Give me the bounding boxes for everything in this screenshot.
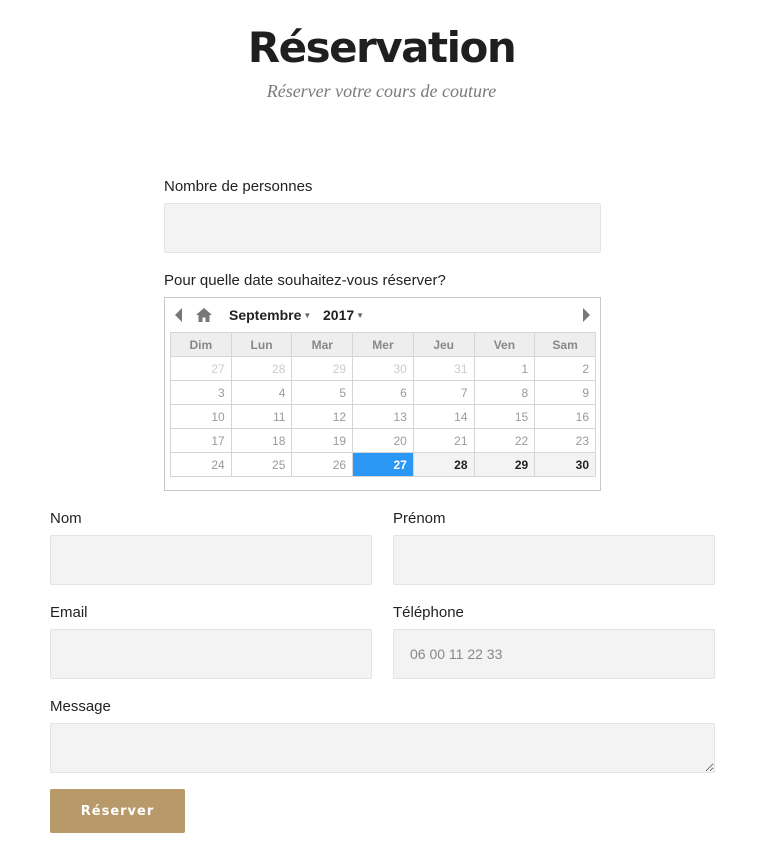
weekday-header: Lun [230, 332, 293, 357]
weekday-header: Mar [291, 332, 354, 357]
calendar-week: 24 25 26 27 28 29 30 [170, 452, 596, 477]
calendar-day[interactable]: 11 [230, 404, 293, 429]
nom-input[interactable] [50, 535, 372, 585]
calendar-day[interactable]: 5 [291, 380, 354, 405]
calendar-day[interactable]: 20 [352, 428, 414, 453]
calendar-day-selected[interactable]: 27 [352, 452, 414, 477]
weekday-row: Dim Lun Mar Mer Jeu Ven Sam [170, 332, 596, 357]
calendar-day[interactable]: 16 [534, 404, 596, 429]
date-label: Pour quelle date souhaitez-vous réserver… [164, 272, 446, 289]
calendar-day[interactable]: 19 [291, 428, 354, 453]
calendar-day[interactable]: 28 [230, 356, 293, 381]
calendar-day[interactable]: 24 [170, 452, 232, 477]
calendar-day[interactable]: 26 [291, 452, 354, 477]
calendar-header: Septembre ▼ 2017 ▼ [165, 298, 600, 332]
calendar-day[interactable]: 29 [473, 452, 536, 477]
calendar-year-label: 2017 [323, 307, 355, 323]
calendar-day[interactable]: 17 [170, 428, 232, 453]
calendar-day[interactable]: 3 [170, 380, 232, 405]
calendar-day[interactable]: 21 [412, 428, 475, 453]
calendar-day[interactable]: 14 [412, 404, 475, 429]
nom-label: Nom [50, 510, 82, 527]
message-textarea[interactable] [50, 723, 715, 773]
calendar-year-select[interactable]: 2017 ▼ [323, 306, 364, 325]
calendar-day[interactable]: 4 [230, 380, 293, 405]
calendar-grid: Dim Lun Mar Mer Jeu Ven Sam 27 28 29 30 … [170, 332, 596, 477]
calendar-day[interactable]: 31 [412, 356, 475, 381]
weekday-header: Dim [170, 332, 232, 357]
calendar-day[interactable]: 23 [534, 428, 596, 453]
calendar-day[interactable]: 7 [412, 380, 475, 405]
calendar-day[interactable]: 6 [352, 380, 414, 405]
weekday-header: Jeu [412, 332, 475, 357]
calendar-week: 17 18 19 20 21 22 23 [170, 428, 596, 453]
calendar-month-label: Septembre [229, 307, 302, 323]
home-icon[interactable] [195, 307, 213, 323]
weekday-header: Mer [352, 332, 414, 357]
page-subtitle: Réserver votre cours de couture [266, 81, 497, 101]
weekday-header: Ven [473, 332, 536, 357]
calendar-day[interactable]: 9 [534, 380, 596, 405]
calendar-day[interactable]: 30 [352, 356, 414, 381]
triangle-left-icon[interactable] [171, 306, 187, 324]
calendar-day[interactable]: 15 [473, 404, 536, 429]
weekday-header: Sam [534, 332, 596, 357]
calendar-day[interactable]: 10 [170, 404, 232, 429]
email-label: Email [50, 604, 88, 621]
calendar-week: 27 28 29 30 31 1 2 [170, 356, 596, 381]
calendar-day[interactable]: 22 [473, 428, 536, 453]
triangle-right-icon[interactable] [578, 306, 594, 324]
calendar-month-select[interactable]: Septembre ▼ [229, 306, 311, 325]
reserver-button[interactable]: Réserver [50, 789, 185, 833]
caret-down-icon: ▼ [303, 311, 312, 321]
calendar-day[interactable]: 2 [534, 356, 596, 381]
calendar-week: 3 4 5 6 7 8 9 [170, 380, 596, 405]
calendar-day[interactable]: 30 [534, 452, 596, 477]
calendar-day[interactable]: 12 [291, 404, 354, 429]
persons-input[interactable] [164, 203, 601, 253]
telephone-label: Téléphone [393, 604, 464, 621]
email-input[interactable] [50, 629, 372, 679]
caret-down-icon: ▼ [356, 311, 365, 321]
calendar-day[interactable]: 1 [473, 356, 536, 381]
calendar-day[interactable]: 25 [230, 452, 293, 477]
prenom-label: Prénom [393, 510, 446, 527]
calendar-day[interactable]: 29 [291, 356, 354, 381]
date-calendar[interactable]: Septembre ▼ 2017 ▼ Dim Lun Mar Mer Jeu Ven… [164, 297, 601, 491]
calendar-day[interactable]: 13 [352, 404, 414, 429]
message-label: Message [50, 698, 111, 715]
calendar-day[interactable]: 28 [412, 452, 475, 477]
calendar-day[interactable]: 18 [230, 428, 293, 453]
persons-label: Nombre de personnes [164, 178, 313, 195]
calendar-day[interactable]: 8 [473, 380, 536, 405]
telephone-input[interactable] [393, 629, 715, 679]
calendar-day[interactable]: 27 [170, 356, 232, 381]
prenom-input[interactable] [393, 535, 715, 585]
calendar-week: 10 11 12 13 14 15 16 [170, 404, 596, 429]
page-title: Réservation [247, 23, 517, 72]
